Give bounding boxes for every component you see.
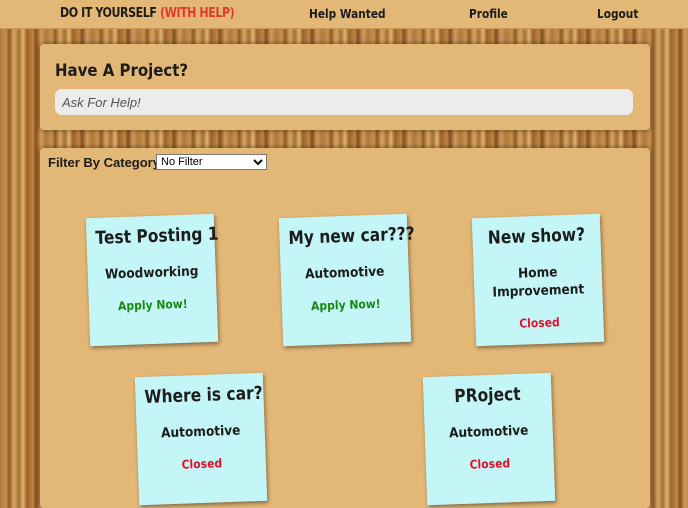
nav-logout[interactable]: Logout xyxy=(597,7,638,21)
post-title: Test Posting 1 xyxy=(95,223,219,249)
post-card[interactable]: PRoject Automotive Closed xyxy=(422,372,556,506)
filter-category-label: Filter By Category xyxy=(48,155,160,170)
post-status-apply[interactable]: Apply Now! xyxy=(95,296,211,314)
post-title: PRoject xyxy=(453,383,521,408)
ask-for-help-input[interactable] xyxy=(55,89,633,115)
post-title: New show? xyxy=(487,224,586,249)
post-card[interactable]: New show? Home Improvement Closed xyxy=(471,213,605,347)
post-status-closed: Closed xyxy=(469,456,511,472)
ask-project-panel: Have A Project? xyxy=(40,44,650,130)
nav-profile[interactable]: Profile xyxy=(469,7,508,21)
post-status-closed: Closed xyxy=(181,456,223,472)
post-card[interactable]: Where is car? Automotive Closed xyxy=(134,372,268,506)
nav-help-wanted[interactable]: Help Wanted xyxy=(309,7,386,21)
post-category: Home Improvement xyxy=(492,264,585,301)
post-category: Automotive xyxy=(160,422,241,442)
post-category: Woodworking xyxy=(104,263,199,283)
post-category: Automotive xyxy=(304,263,385,283)
ask-project-title: Have A Project? xyxy=(55,61,189,81)
postings-board: Filter By Category No Filter Test Postin… xyxy=(40,148,650,508)
post-title: My new car??? xyxy=(288,223,416,249)
brand-main-text: DO IT YOURSELF xyxy=(60,6,157,21)
post-card[interactable]: Test Posting 1 Woodworking Apply Now! xyxy=(85,213,219,347)
brand-logo[interactable]: DO IT YOURSELF (WITH HELP) xyxy=(60,6,235,21)
post-status-apply[interactable]: Apply Now! xyxy=(288,296,404,314)
brand-accent-text: (WITH HELP) xyxy=(159,6,235,21)
filter-category-select[interactable]: No Filter xyxy=(156,154,267,170)
post-category: Automotive xyxy=(448,422,529,442)
post-title: Where is car? xyxy=(144,382,264,408)
post-card[interactable]: My new car??? Automotive Apply Now! xyxy=(278,213,416,347)
post-status-closed: Closed xyxy=(518,315,560,331)
top-nav-bar: DO IT YOURSELF (WITH HELP) Help Wanted P… xyxy=(0,0,688,29)
